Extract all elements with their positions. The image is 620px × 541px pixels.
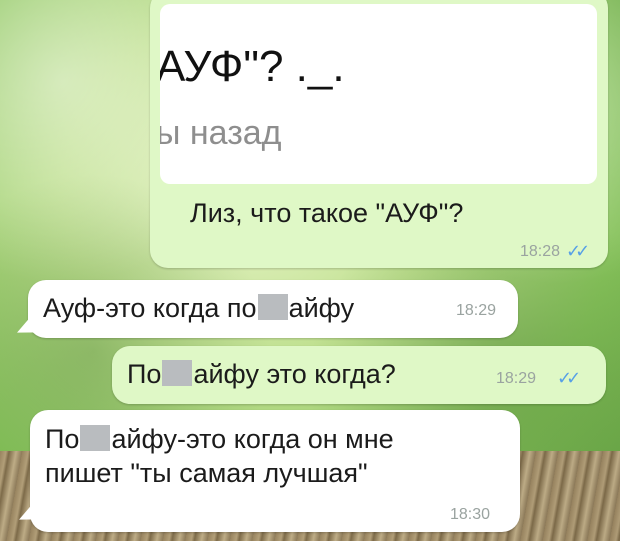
- message-text-group: По айфу-это когда он мне: [45, 422, 394, 456]
- quoted-title-text: АУФ"? ._.: [160, 42, 345, 91]
- censored-blur: [80, 425, 111, 451]
- message-timestamp: 18:29: [456, 302, 497, 319]
- censored-blur: [257, 294, 288, 320]
- message-text-part: айфу: [288, 293, 355, 323]
- incoming-message-2[interactable]: Ауф-это когда по айфу 18:29: [28, 280, 518, 338]
- double-check-icon: ✓✓: [557, 368, 581, 388]
- incoming-message-4[interactable]: По айфу-это когда он мне пишет "ты самая …: [30, 410, 520, 532]
- message-text-part: Ауф-это когда по: [43, 293, 257, 323]
- censored-blur: [162, 360, 193, 386]
- message-timestamp: 18:29: [496, 370, 537, 387]
- quoted-subtitle-text: ы назад: [160, 114, 282, 152]
- message-text-part: айфу-это когда он мне: [111, 424, 394, 454]
- message-text: Лиз, что такое "АУФ"?: [190, 198, 464, 228]
- message-timestamp: 18:30: [450, 506, 491, 523]
- message-text-line2: пишет "ты самая лучшая": [45, 458, 368, 488]
- double-check-icon: ✓✓: [566, 241, 590, 261]
- message-timestamp: 18:28: [520, 243, 561, 260]
- message-text-group: По айфу это когда?: [127, 357, 396, 391]
- message-text-part: айфу это когда?: [193, 359, 396, 389]
- message-text-part: По: [45, 424, 80, 454]
- outgoing-message-3[interactable]: По айфу это когда? 18:29 ✓✓: [112, 346, 606, 404]
- quoted-image-preview[interactable]: АУФ"? ._. ы назад: [160, 4, 597, 184]
- message-text-group: Ауф-это когда по айфу: [43, 291, 354, 325]
- message-text-part: По: [127, 359, 162, 389]
